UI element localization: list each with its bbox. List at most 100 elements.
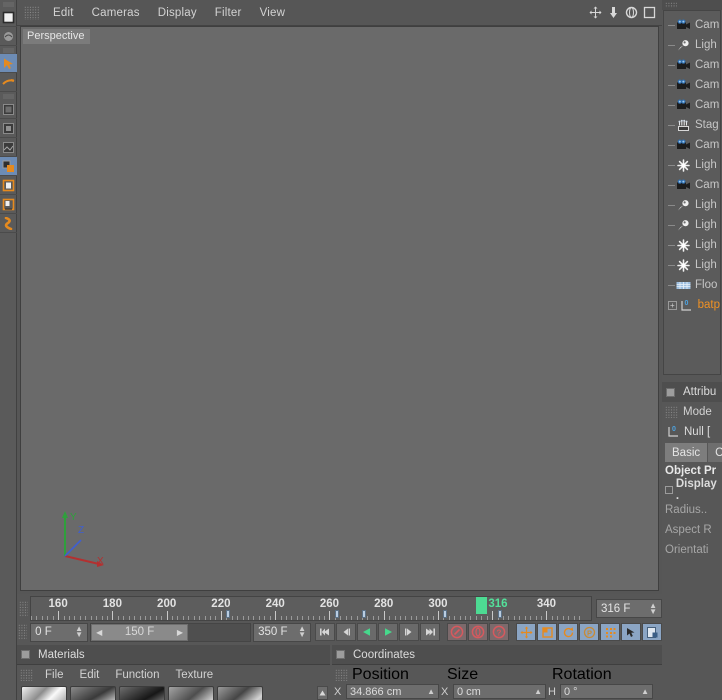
material-swatch[interactable] [70,686,116,700]
size-x-field[interactable]: 0 cm ▲ [453,684,546,699]
dot-grip-icon[interactable] [24,5,40,20]
object-tree-row[interactable]: Cam [664,135,720,155]
keyframe-selection-icon[interactable]: ? [489,623,509,641]
keyframe-marker[interactable] [226,610,231,618]
attribute-property-row[interactable]: Aspect R [665,520,722,540]
keyframe-marker[interactable] [334,610,339,618]
autokeying-icon[interactable] [621,623,641,641]
start-frame-field[interactable]: 0 F ▲ ▼ [30,622,89,642]
go-to-start-icon[interactable] [315,623,335,641]
materials-menu-function[interactable]: Function [107,668,167,682]
omni-light-icon[interactable] [676,158,691,172]
panel-square-icon[interactable] [336,650,345,659]
go-to-end-icon[interactable] [420,623,440,641]
model-mode-tool[interactable] [0,100,17,119]
autokey-icon[interactable] [468,623,488,641]
rotate-view-icon[interactable] [624,5,639,20]
light-icon[interactable] [676,39,691,52]
panel-square-icon[interactable] [21,650,30,659]
maximize-view-icon[interactable] [642,5,657,20]
object-tree-row[interactable]: Cam [664,75,720,95]
materials-menu-edit[interactable]: Edit [72,668,108,682]
object-mode-tool[interactable] [0,119,17,138]
toolbar-separator-grip[interactable] [0,46,16,54]
current-frame-field[interactable]: 316 F ▲ ▼ [596,599,662,618]
move-tool[interactable] [0,54,17,73]
object-tree-row[interactable]: Ligh [664,155,720,175]
timeline-controls-grip[interactable] [17,624,28,640]
material-swatch[interactable] [217,686,263,700]
step-back-icon[interactable] [336,623,356,641]
toolbar-grip[interactable] [0,0,16,8]
scroll-left-arrow-icon[interactable]: ◀ [96,628,102,637]
stage-icon[interactable] [676,119,691,132]
spinner-icon[interactable]: ▲ [641,687,649,695]
keyframe-options-icon[interactable] [642,623,662,641]
scroll-right-arrow-icon[interactable]: ▶ [177,628,183,637]
deformer-tool[interactable] [0,214,17,233]
object-manager-tree[interactable]: Cam Ligh Cam Cam Cam Stag Cam Ligh Cam L… [663,10,721,375]
tab-basic[interactable]: Basic [665,443,708,462]
materials-menu-file[interactable]: File [37,668,72,682]
timeline-grip[interactable] [17,596,30,621]
material-swatch[interactable] [119,686,165,700]
dolly-view-icon[interactable] [606,5,621,20]
omni-light-icon[interactable] [676,238,691,252]
object-tree-row[interactable]: Ligh [664,255,720,275]
light-icon[interactable] [676,199,691,212]
checkbox-icon[interactable] [665,486,673,494]
point-level-anim-icon[interactable] [600,623,620,641]
object-tree-row[interactable]: Cam [664,95,720,115]
dot-grip-icon[interactable] [20,668,33,681]
object-tree-row[interactable]: Ligh [664,35,720,55]
attribute-property-row[interactable]: Radius.. [665,500,722,520]
timeline-scrollbar[interactable]: ◀ 150 F ▶ [90,622,252,642]
materials-menu-texture[interactable]: Texture [167,668,221,682]
expand-toggle-icon[interactable]: + [668,300,677,310]
menu-item-view[interactable]: View [251,5,295,21]
attributes-mode-label[interactable]: Mode [683,406,712,418]
object-tree-row[interactable]: Ligh [664,235,720,255]
scale-key-icon[interactable] [537,623,557,641]
panel-square-icon[interactable] [666,387,675,397]
material-swatch[interactable] [21,686,67,700]
keyframe-marker[interactable] [361,610,366,618]
move-view-icon[interactable] [588,5,603,20]
position-x-field[interactable]: 34.866 cm ▲ [346,684,439,699]
timeline-ruler[interactable]: 160 180 200 220 240 260 280 300 340 316 [30,596,592,621]
axis-mode-tool[interactable] [0,157,17,176]
object-tree-row[interactable]: Ligh [664,215,720,235]
light-icon[interactable] [676,219,691,232]
live-selection-tool[interactable] [0,27,17,46]
keyframe-marker[interactable] [443,610,448,618]
end-frame-field[interactable]: 350 F ▲ ▼ [253,622,311,642]
object-tree-row[interactable]: Cam [664,55,720,75]
scale-tool[interactable] [0,73,17,92]
spinner-icon[interactable]: ▲ [427,687,435,695]
record-keyframe-icon[interactable] [447,623,467,641]
menu-item-filter[interactable]: Filter [206,5,251,21]
object-tree-row[interactable]: Floo [664,275,720,295]
camera-icon[interactable] [676,179,691,192]
step-forward-icon[interactable] [399,623,419,641]
play-forward-icon[interactable] [378,623,398,641]
spinner-icon[interactable]: ▲ ▼ [298,625,306,639]
spinner-icon[interactable]: ▲ ▼ [75,625,83,639]
camera-icon[interactable] [676,79,691,92]
rotation-key-icon[interactable] [558,623,578,641]
tab-coord[interactable]: C [708,443,722,462]
menu-item-edit[interactable]: Edit [44,5,83,21]
timeline-scroll-thumb[interactable]: ◀ 150 F ▶ [91,623,189,641]
toolbar-separator-grip[interactable] [0,92,16,100]
camera-icon[interactable] [676,99,691,112]
camera-icon[interactable] [676,139,691,152]
object-tree-row[interactable]: Ligh [664,195,720,215]
null-object-icon[interactable]: 0 [679,299,694,312]
dot-grip-icon[interactable] [335,668,348,681]
object-tree-row[interactable]: Stag [664,115,720,135]
dot-grip-icon[interactable] [665,2,677,8]
keyframe-marker[interactable] [497,610,502,618]
parameter-key-icon[interactable]: P [579,623,599,641]
camera-icon[interactable] [676,59,691,72]
scroll-up-icon[interactable] [317,686,328,700]
